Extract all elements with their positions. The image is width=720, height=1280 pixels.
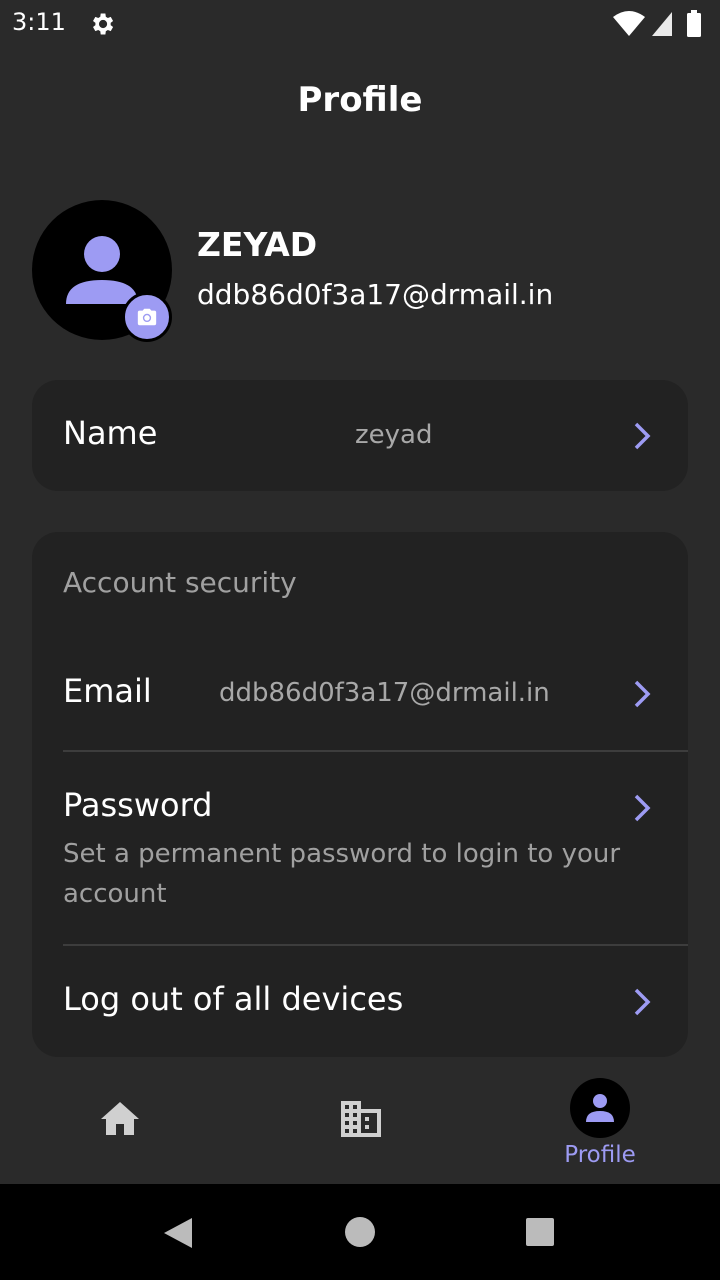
chevron-right-icon [634, 794, 651, 822]
chevron-right-icon [634, 680, 651, 708]
page-title: Profile [297, 80, 423, 120]
recents-icon[interactable] [524, 1216, 556, 1248]
person-icon [66, 236, 138, 304]
logout-label: Log out of all devices [63, 980, 404, 1018]
status-icons [608, 10, 708, 38]
nav-profile-label: Profile [564, 1142, 636, 1168]
chevron-right-icon [634, 988, 651, 1016]
home-circle-icon[interactable] [344, 1216, 376, 1248]
section-title: Account security [63, 566, 297, 599]
email-row[interactable]: Email ddb86d0f3a17@drmail.in [32, 632, 688, 750]
back-icon[interactable] [162, 1216, 194, 1250]
status-bar: 3:11 [0, 0, 720, 48]
logout-all-devices-row[interactable]: Log out of all devices [32, 946, 688, 1057]
wifi-icon [613, 11, 645, 36]
bottom-nav: Profile [0, 1064, 720, 1184]
email-label: Email [63, 672, 152, 710]
name-value: zeyad [355, 420, 433, 450]
name-row[interactable]: Name zeyad [32, 380, 688, 491]
email-value: ddb86d0f3a17@drmail.in [219, 678, 550, 708]
nav-home[interactable] [0, 1064, 240, 1184]
person-icon [586, 1094, 614, 1122]
password-description: Set a permanent password to login to you… [63, 839, 621, 909]
camera-icon [137, 308, 157, 326]
nav-buildings[interactable] [240, 1064, 480, 1184]
chevron-right-icon [634, 422, 651, 450]
name-label: Name [63, 414, 158, 452]
battery-icon [687, 10, 701, 37]
profile-email: ddb86d0f3a17@drmail.in [197, 278, 554, 311]
nav-profile[interactable]: Profile [480, 1064, 720, 1184]
status-time: 3:11 [12, 8, 66, 36]
gear-icon [93, 13, 114, 35]
signal-icon [652, 12, 672, 36]
password-label: Password [63, 786, 213, 824]
profile-name: ZEYAD [197, 225, 318, 264]
system-nav-bar [0, 1184, 720, 1280]
building-icon [341, 1101, 381, 1137]
account-security-card: Account security Email ddb86d0f3a17@drma… [32, 532, 688, 1057]
home-icon [101, 1102, 139, 1135]
change-photo-button[interactable] [122, 292, 172, 342]
